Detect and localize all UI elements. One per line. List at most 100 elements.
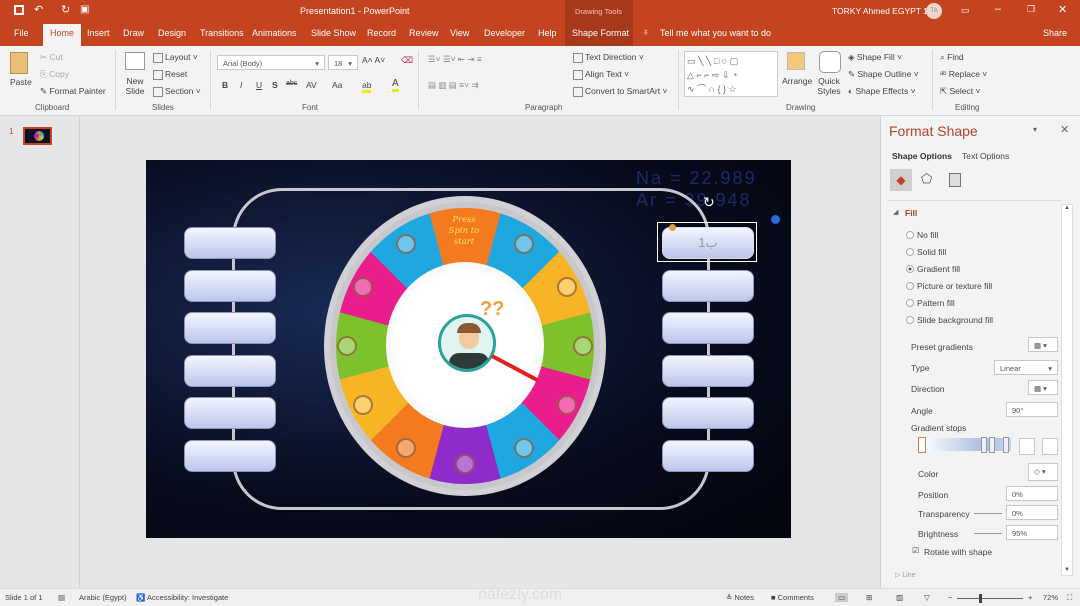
layout-button[interactable]: Layout ˅ bbox=[153, 52, 198, 63]
share-button[interactable]: Share bbox=[1043, 28, 1067, 38]
fill-option-label[interactable]: Solid fill bbox=[917, 247, 946, 257]
fill-section-header[interactable]: Fill bbox=[905, 208, 917, 218]
highlight-icon[interactable]: ab bbox=[362, 80, 372, 93]
answer-box-right-3[interactable] bbox=[662, 312, 754, 344]
fill-option-radio[interactable] bbox=[906, 265, 914, 273]
adjust-handle[interactable] bbox=[669, 224, 676, 231]
answer-box-left-2[interactable] bbox=[184, 270, 276, 302]
accessibility-button[interactable]: ♿ Accessibility: Investigate bbox=[136, 593, 228, 602]
rotate-checkbox[interactable]: ☑ bbox=[912, 546, 919, 555]
font-name-select[interactable]: Arial (Body) ▾ bbox=[217, 55, 325, 70]
arrange-button[interactable]: Arrange bbox=[782, 76, 812, 86]
fill-line-icon[interactable]: ◆ bbox=[890, 169, 912, 191]
tab-review[interactable]: Review bbox=[409, 28, 439, 38]
gradient-stop[interactable] bbox=[918, 437, 926, 453]
gradient-stop[interactable] bbox=[989, 437, 995, 453]
change-case-button[interactable]: Aa bbox=[332, 80, 342, 90]
preset-gradients-dropdown[interactable]: ▦ ▾ bbox=[1028, 337, 1058, 352]
format-painter-button[interactable]: ✎ Format Painter bbox=[40, 86, 106, 97]
restore-button[interactable]: ❐ bbox=[1027, 4, 1035, 15]
tab-view[interactable]: View bbox=[450, 28, 469, 38]
gradient-stops-bar[interactable] bbox=[918, 437, 1011, 453]
shape-fill-button[interactable]: ◈ Shape Fill ˅ bbox=[848, 52, 902, 63]
answer-box-left-3[interactable] bbox=[184, 312, 276, 344]
paste-button[interactable]: Paste bbox=[10, 77, 32, 87]
underline-button[interactable]: U bbox=[256, 80, 262, 90]
tab-animations[interactable]: Animations bbox=[252, 28, 297, 38]
find-button[interactable]: ⌕ Find bbox=[940, 52, 964, 63]
text-direction-button[interactable]: Text Direction ˅ bbox=[573, 52, 644, 63]
answer-box-left-1[interactable] bbox=[184, 227, 276, 259]
size-properties-icon[interactable] bbox=[949, 173, 961, 187]
notes-button[interactable]: ≜ Notes bbox=[726, 593, 754, 602]
fill-option-label[interactable]: No fill bbox=[917, 230, 938, 240]
clear-format-icon[interactable]: ⌫ bbox=[401, 55, 413, 66]
strikethrough-button[interactable]: abc bbox=[286, 80, 297, 87]
undo-icon[interactable]: ↶ bbox=[34, 3, 43, 16]
slideshow-button[interactable]: ▽ bbox=[924, 593, 930, 602]
fill-option-radio[interactable] bbox=[906, 316, 914, 324]
remove-stop-button[interactable] bbox=[1042, 438, 1058, 455]
convert-smartart-button[interactable]: Convert to SmartArt ˅ bbox=[573, 86, 667, 97]
tab-text-options[interactable]: Text Options bbox=[962, 151, 1009, 161]
brightness-slider[interactable] bbox=[974, 533, 1002, 534]
align-text-button[interactable]: Align Text ˅ bbox=[573, 69, 629, 80]
normal-view-button[interactable]: ▭ bbox=[835, 593, 849, 602]
reset-button[interactable]: Reset bbox=[153, 69, 187, 80]
font-color-button[interactable]: A bbox=[392, 78, 399, 92]
shape-outline-button[interactable]: ✎ Shape Outline ˅ bbox=[848, 69, 919, 80]
line-section-header[interactable]: ▷ Line bbox=[895, 571, 916, 579]
present-icon[interactable]: ▣ bbox=[80, 4, 89, 15]
spin-wheel[interactable]: Press Spin to start ?? bbox=[324, 196, 606, 496]
fill-option-label[interactable]: Slide background fill bbox=[917, 315, 993, 325]
new-slide-icon[interactable] bbox=[125, 52, 145, 70]
position-spinner[interactable]: 0% bbox=[1006, 486, 1058, 501]
bold-button[interactable]: B bbox=[222, 80, 228, 90]
align-icons[interactable]: ▤ ▥ ▤ ≡˅ ⇉ bbox=[428, 80, 479, 91]
add-stop-button[interactable] bbox=[1019, 438, 1035, 455]
type-dropdown[interactable]: Linear ▾ bbox=[994, 360, 1058, 375]
slide-canvas[interactable]: Na = 22.989 Ar = 39.948 1ب ↻ Press Spin … bbox=[146, 160, 791, 538]
quick-styles-icon[interactable] bbox=[819, 51, 841, 73]
fill-option-radio[interactable] bbox=[906, 282, 914, 290]
transparency-slider[interactable] bbox=[974, 513, 1002, 514]
gradient-stop[interactable] bbox=[981, 437, 987, 453]
fill-option-label[interactable]: Picture or texture fill bbox=[917, 281, 992, 291]
answer-box-right-4[interactable] bbox=[662, 355, 754, 387]
bullets-icon[interactable]: ☰˅ ☰˅ ⇤ ⇥ ≡ bbox=[428, 54, 482, 65]
paste-icon[interactable] bbox=[10, 52, 28, 74]
shadow-button[interactable]: S bbox=[272, 80, 278, 90]
direction-dropdown[interactable]: ▦ ▾ bbox=[1028, 380, 1058, 395]
tab-help[interactable]: Help bbox=[538, 28, 557, 38]
slide-thumbnail[interactable] bbox=[23, 127, 52, 145]
fill-option-label[interactable]: Gradient fill bbox=[917, 264, 960, 274]
fill-option-radio[interactable] bbox=[906, 231, 914, 239]
effects-icon[interactable]: ⬠ bbox=[921, 171, 932, 187]
language-indicator[interactable]: Arabic (Egypt) bbox=[79, 593, 127, 602]
answer-box-right-2[interactable] bbox=[662, 270, 754, 302]
spellcheck-icon[interactable]: ▤ bbox=[58, 593, 65, 602]
answer-box-left-6[interactable] bbox=[184, 440, 276, 472]
zoom-in-button[interactable]: + bbox=[1028, 593, 1032, 602]
fill-option-radio[interactable] bbox=[906, 248, 914, 256]
color-picker-button[interactable]: ◇ ▾ bbox=[1028, 463, 1058, 481]
angle-spinner[interactable]: 90° bbox=[1006, 402, 1058, 417]
copy-button[interactable]: ⎘ Copy bbox=[40, 69, 69, 80]
brightness-spinner[interactable]: 95% bbox=[1006, 525, 1058, 540]
tell-me-input[interactable]: Tell me what you want to do bbox=[660, 28, 771, 38]
minimize-button[interactable]: – bbox=[995, 3, 1001, 15]
grow-font-button[interactable]: A˄ A˅ bbox=[362, 55, 385, 65]
tab-shape-options[interactable]: Shape Options bbox=[892, 151, 952, 161]
answer-box-right-5[interactable] bbox=[662, 397, 754, 429]
fill-option-radio[interactable] bbox=[906, 299, 914, 307]
tab-shape-format[interactable]: Shape Format bbox=[572, 28, 629, 38]
user-name[interactable]: TORKY Ahmed EGYPT 1 bbox=[832, 6, 928, 16]
tab-home[interactable]: Home bbox=[43, 24, 82, 46]
tab-slide-show[interactable]: Slide Show bbox=[311, 28, 356, 38]
comments-button[interactable]: ■ Comments bbox=[771, 593, 814, 602]
zoom-level[interactable]: 72% bbox=[1043, 593, 1058, 602]
pane-close-button[interactable]: ✕ bbox=[1060, 123, 1069, 136]
italic-button[interactable]: I bbox=[240, 80, 242, 90]
save-icon[interactable] bbox=[14, 5, 24, 15]
close-button[interactable]: ✕ bbox=[1058, 3, 1067, 16]
